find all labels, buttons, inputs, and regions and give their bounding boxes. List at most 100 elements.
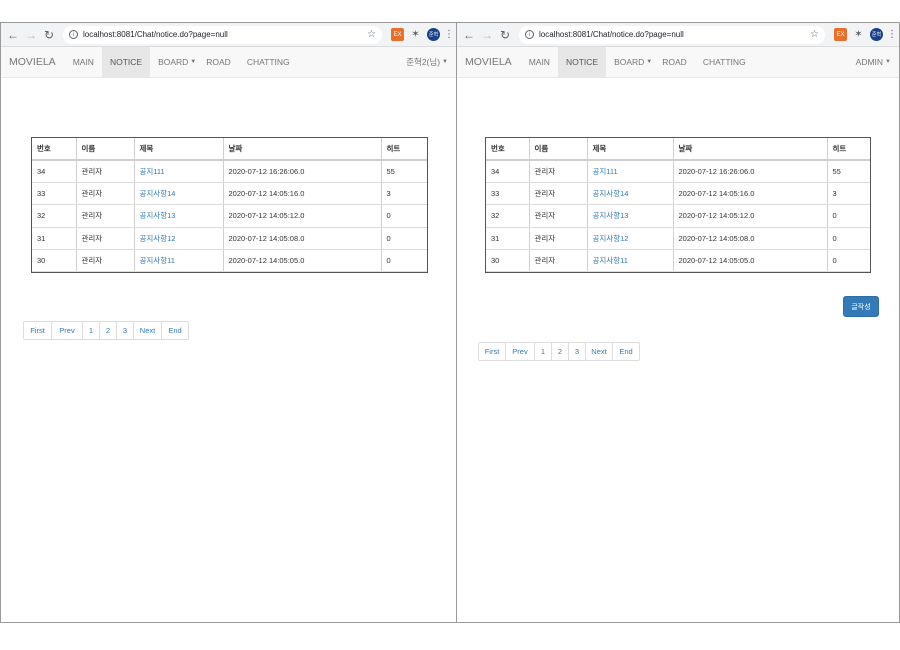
extensions-puzzle-icon[interactable]: ✶ [852, 28, 865, 41]
cell-number: 32 [486, 204, 529, 228]
extension-icon[interactable]: EX [834, 28, 847, 41]
page-2[interactable]: 2 [551, 342, 569, 361]
page-1[interactable]: 1 [82, 321, 100, 340]
header-name: 이름 [528, 138, 587, 161]
nav-chatting[interactable]: CHATTING [239, 47, 298, 78]
notice-title-link[interactable]: 공지사항14 [133, 182, 223, 206]
nav-board-dropdown[interactable]: BOARD ▼ [150, 47, 204, 78]
cell-hit: 0 [380, 204, 427, 228]
user-menu-dropdown[interactable]: ADMIN ▼ [856, 57, 899, 67]
cell-date: 2020-07-12 14:05:08.0 [672, 227, 827, 251]
info-icon[interactable]: i [525, 30, 534, 39]
kebab-menu-icon[interactable]: ⋮ [887, 29, 897, 40]
notice-title-link[interactable]: 공지사항13 [586, 204, 673, 228]
cell-name: 관리자 [528, 204, 587, 228]
notice-title-link[interactable]: 공지111 [133, 160, 223, 183]
write-post-button[interactable]: 글작성 [843, 296, 879, 317]
cell-hit: 0 [380, 227, 427, 251]
page-next[interactable]: Next [585, 342, 613, 361]
bookmark-star-icon[interactable]: ☆ [367, 29, 376, 40]
cell-number: 31 [486, 227, 529, 251]
header-hit: 히트 [380, 138, 427, 161]
address-bar[interactable]: i localhost:8081/Chat/notice.do?page=nul… [519, 25, 825, 44]
notice-title-link[interactable]: 공지사항12 [133, 227, 223, 251]
header-number: 번호 [486, 138, 529, 161]
page-end[interactable]: End [161, 321, 189, 340]
bookmark-star-icon[interactable]: ☆ [810, 29, 819, 40]
cell-hit: 55 [826, 160, 870, 183]
nav-road[interactable]: ROAD [204, 47, 239, 78]
cell-name: 관리자 [528, 182, 587, 206]
cell-date: 2020-07-12 14:05:05.0 [672, 249, 827, 273]
nav-main[interactable]: MAIN [65, 47, 102, 78]
notice-table: 번호 이름 제목 날짜 히트 34 관리자 공지111 2020-07-12 1… [485, 136, 871, 274]
extension-icon[interactable]: EX [391, 28, 404, 41]
profile-avatar[interactable]: 준혁 [427, 28, 440, 41]
back-arrow-icon[interactable]: ← [5, 27, 21, 43]
pagination: First Prev 1 2 3 Next End [23, 321, 189, 340]
info-icon[interactable]: i [69, 30, 78, 39]
page-1[interactable]: 1 [534, 342, 552, 361]
notice-title-link[interactable]: 공지사항11 [586, 249, 673, 273]
nav-board-label: BOARD [614, 57, 645, 67]
forward-arrow-icon[interactable]: → [23, 27, 39, 43]
user-menu-dropdown[interactable]: 준혁2(님) ▼ [406, 56, 456, 68]
table-row: 31 관리자 공지사항12 2020-07-12 14:05:08.0 0 [32, 227, 427, 251]
notice-title-link[interactable]: 공지사항12 [586, 227, 673, 251]
extensions-puzzle-icon[interactable]: ✶ [409, 28, 422, 41]
page-first[interactable]: First [478, 342, 506, 361]
header-date: 날짜 [222, 138, 381, 161]
nav-road[interactable]: ROAD [660, 47, 695, 78]
reload-icon[interactable]: ↻ [497, 27, 513, 43]
cell-date: 2020-07-12 16:26:06.0 [672, 160, 827, 183]
nav-chatting[interactable]: CHATTING [695, 47, 754, 78]
profile-avatar[interactable]: 준혁 [870, 28, 883, 41]
cell-number: 30 [32, 249, 76, 273]
nav-notice[interactable]: NOTICE [101, 46, 151, 78]
reload-icon[interactable]: ↻ [41, 27, 57, 43]
header-date: 날짜 [672, 138, 827, 161]
cell-date: 2020-07-12 14:05:12.0 [672, 204, 827, 228]
caret-down-icon: ▼ [646, 59, 653, 65]
cell-date: 2020-07-12 16:26:06.0 [222, 160, 381, 183]
page-prev[interactable]: Prev [505, 342, 535, 361]
cell-name: 관리자 [75, 227, 134, 251]
page-2[interactable]: 2 [99, 321, 117, 340]
header-number: 번호 [32, 138, 76, 161]
page-end[interactable]: End [612, 342, 640, 361]
cell-date: 2020-07-12 14:05:08.0 [222, 227, 381, 251]
cell-hit: 0 [826, 249, 870, 273]
nav-notice[interactable]: NOTICE [557, 46, 607, 78]
forward-arrow-icon[interactable]: → [479, 27, 495, 43]
brand-logo[interactable]: MOVIELA [457, 56, 521, 68]
cell-date: 2020-07-12 14:05:16.0 [672, 182, 827, 206]
page-3[interactable]: 3 [568, 342, 586, 361]
notice-title-link[interactable]: 공지111 [586, 160, 673, 183]
cell-number: 34 [486, 160, 529, 183]
kebab-menu-icon[interactable]: ⋮ [444, 29, 454, 40]
header-title: 제목 [133, 138, 223, 161]
notice-title-link[interactable]: 공지사항11 [133, 249, 223, 273]
page-prev[interactable]: Prev [51, 321, 83, 340]
cell-number: 32 [32, 204, 76, 228]
page-3[interactable]: 3 [116, 321, 134, 340]
url-text[interactable]: localhost:8081/Chat/notice.do?page=null [83, 30, 367, 39]
page-next[interactable]: Next [133, 321, 162, 340]
browser-toolbar: ← → ↻ i localhost:8081/Chat/notice.do?pa… [457, 23, 899, 47]
nav-board-dropdown[interactable]: BOARD ▼ [606, 47, 660, 78]
nav-main[interactable]: MAIN [521, 47, 558, 78]
url-text[interactable]: localhost:8081/Chat/notice.do?page=null [539, 30, 810, 39]
caret-down-icon: ▼ [885, 59, 891, 65]
cell-date: 2020-07-12 14:05:12.0 [222, 204, 381, 228]
cell-date: 2020-07-12 14:05:16.0 [222, 182, 381, 206]
nav-board-label: BOARD [158, 57, 189, 67]
notice-title-link[interactable]: 공지사항14 [586, 182, 673, 206]
browser-window-right: ← → ↻ i localhost:8081/Chat/notice.do?pa… [457, 22, 900, 623]
cell-number: 33 [32, 182, 76, 206]
page-first[interactable]: First [23, 321, 52, 340]
table-row: 34 관리자 공지111 2020-07-12 16:26:06.0 55 [32, 160, 427, 183]
back-arrow-icon[interactable]: ← [461, 27, 477, 43]
notice-title-link[interactable]: 공지사항13 [133, 204, 223, 228]
brand-logo[interactable]: MOVIELA [1, 56, 65, 68]
address-bar[interactable]: i localhost:8081/Chat/notice.do?page=nul… [63, 25, 382, 44]
